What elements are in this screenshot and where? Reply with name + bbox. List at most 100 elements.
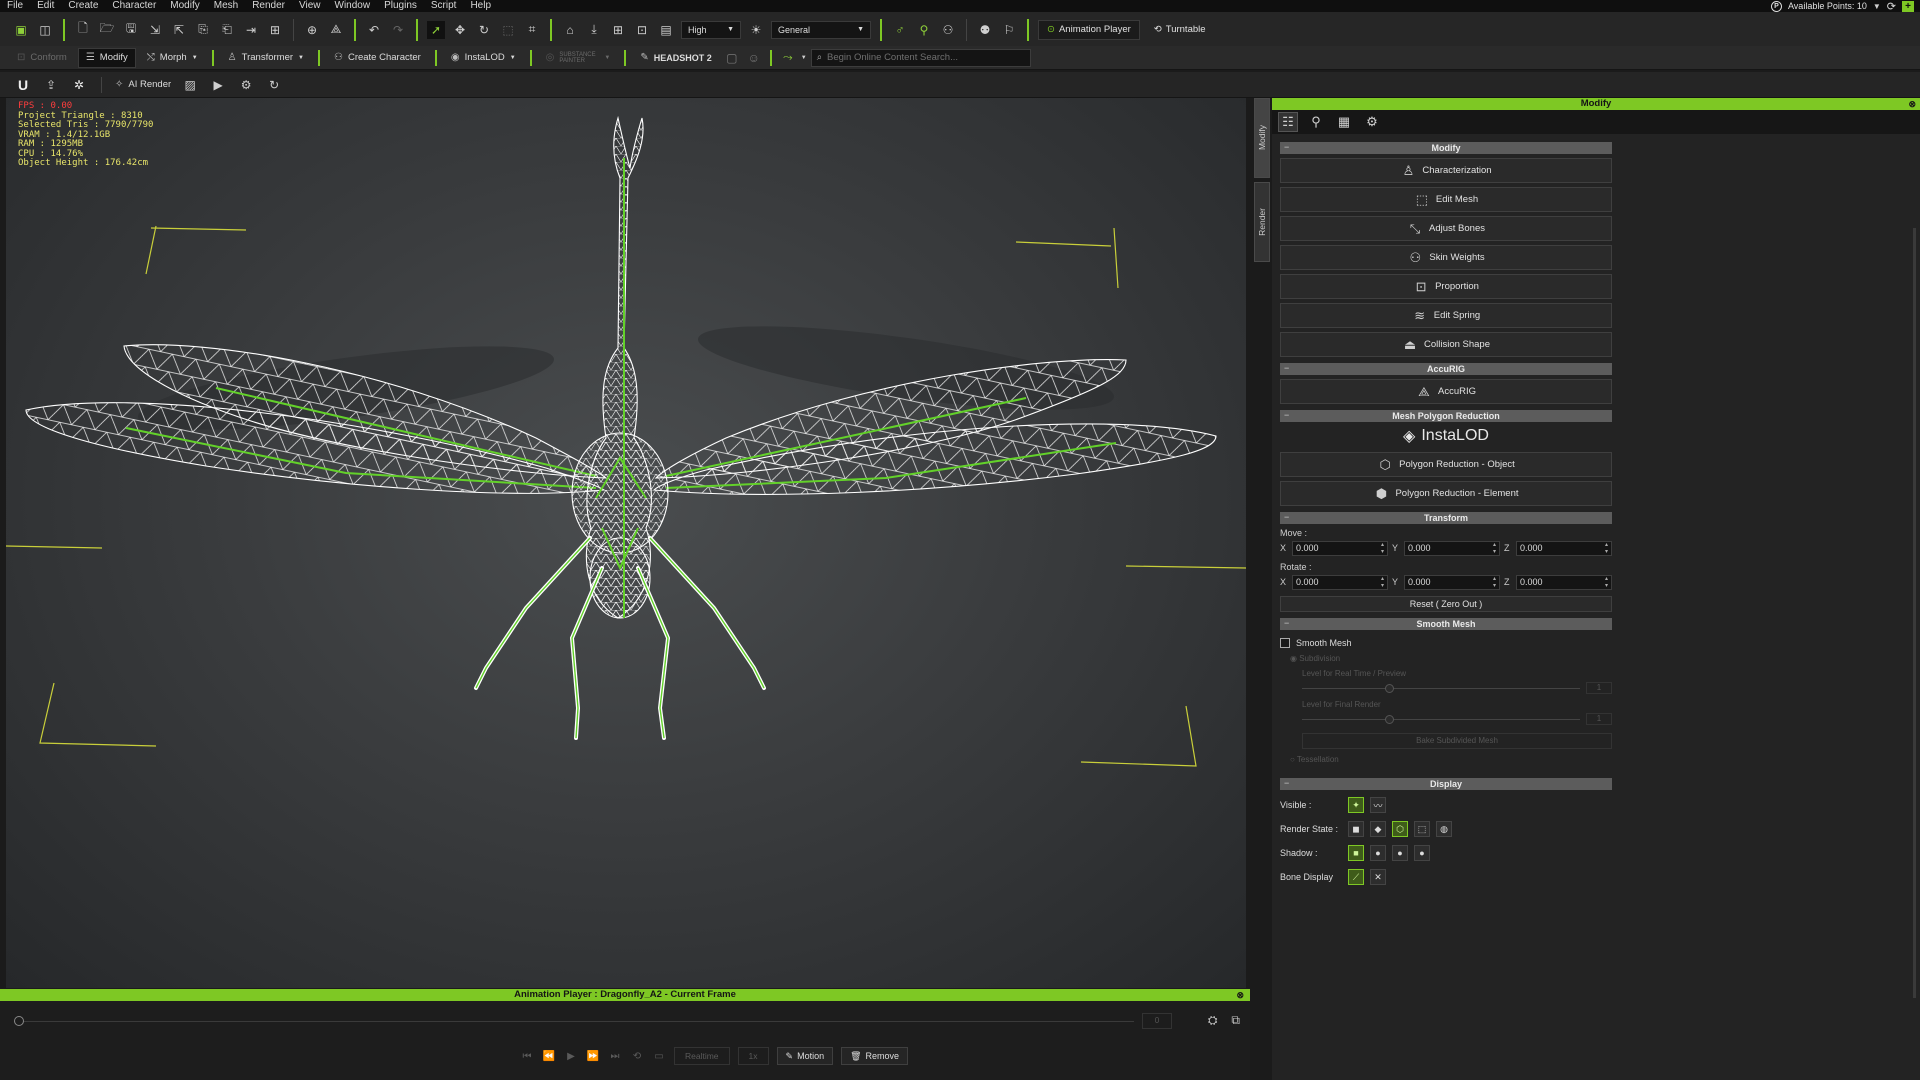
add-points-button[interactable]: + <box>1902 0 1914 12</box>
realtime-dropdown[interactable]: Realtime <box>674 1047 730 1065</box>
content-icon[interactable]: ⤳ <box>779 49 797 67</box>
characterization-button[interactable]: ♙ Characterization <box>1280 158 1612 183</box>
fk-icon[interactable]: ⚲ <box>915 21 933 39</box>
tab-modify[interactable]: ☰ Modify <box>77 47 136 68</box>
render-settings-icon[interactable]: ⚙ <box>237 76 255 94</box>
flag-icon[interactable]: ⚐ <box>1000 21 1018 39</box>
adjust-bones-button[interactable]: ⤡ Adjust Bones <box>1280 216 1612 241</box>
snap-icon[interactable]: ⊡ <box>633 21 651 39</box>
render-solid-icon[interactable]: ◼ <box>1348 821 1364 837</box>
skin-weights-button[interactable]: ⚇ Skin Weights <box>1280 245 1612 270</box>
quality-dropdown[interactable]: High ▼ <box>681 20 741 39</box>
shadow-cast-icon[interactable]: ■ <box>1348 845 1364 861</box>
render-shaded-icon[interactable]: ◆ <box>1370 821 1386 837</box>
level-final-value[interactable]: 1 <box>1586 713 1612 725</box>
current-frame-field[interactable]: 0 <box>1142 1013 1172 1029</box>
rotate-z-field[interactable]: 0.000 <box>1516 574 1612 590</box>
visible-off-icon[interactable]: 〰 <box>1370 797 1386 813</box>
collision-shape-button[interactable]: ⏏ Collision Shape <box>1280 332 1612 357</box>
points-dropdown-icon[interactable]: ▼ <box>1873 2 1881 11</box>
shadow-none-icon[interactable]: ● <box>1414 845 1430 861</box>
smooth-mesh-checkbox[interactable]: Smooth Mesh <box>1280 638 1612 648</box>
turntable-button[interactable]: ⟲ Turntable <box>1146 20 1214 40</box>
drop-to-floor-icon[interactable]: ⤓ <box>585 21 603 39</box>
render-wireframe-icon[interactable]: ⬡ <box>1392 821 1408 837</box>
tab-conform[interactable]: ⊡ Conform <box>10 48 74 68</box>
level-realtime-slider[interactable]: 1 <box>1302 682 1612 694</box>
speed-dropdown[interactable]: 1x <box>737 1047 769 1065</box>
proportion-button[interactable]: ⊡ Proportion <box>1280 274 1612 299</box>
headshot-photo-icon[interactable]: ▢ <box>723 49 741 67</box>
detach-window-icon[interactable]: ⧉ <box>1231 1013 1240 1028</box>
open-folder-icon[interactable]: 🗁 <box>98 21 116 39</box>
timeline-slider[interactable] <box>14 1016 1134 1026</box>
content-search-input[interactable]: ⌕ Begin Online Content Search... <box>810 48 1031 67</box>
accurig-button[interactable]: ⟁ AccuRIG <box>1280 379 1612 404</box>
play-icon[interactable]: ▶ <box>564 1051 578 1062</box>
render-box-icon[interactable]: ⬚ <box>1414 821 1430 837</box>
section-transform[interactable]: Transform <box>1280 511 1612 524</box>
panel-scrollbar[interactable] <box>1913 228 1916 998</box>
sun-icon[interactable]: ☀ <box>747 21 765 39</box>
edit-spring-button[interactable]: ≋ Edit Spring <box>1280 303 1612 328</box>
level-final-slider[interactable]: 1 <box>1302 713 1612 725</box>
edit-mesh-button[interactable]: ⬚ Edit Mesh <box>1280 187 1612 212</box>
next-frame-icon[interactable]: ⏩ <box>586 1051 600 1062</box>
side-tab-modify[interactable]: Modify <box>1254 98 1270 178</box>
perspective-icon[interactable]: ⟁ <box>327 21 345 39</box>
undo-icon[interactable]: ↶ <box>365 21 383 39</box>
close-icon[interactable]: ⊗ <box>1236 989 1244 1001</box>
layout-icon[interactable]: ▤ <box>657 21 675 39</box>
timeline-knob[interactable] <box>14 1016 24 1026</box>
range-icon[interactable]: ▭ <box>652 1051 666 1062</box>
settings-gear-icon[interactable]: ✲ <box>70 76 88 94</box>
move-y-field[interactable]: 0.000 <box>1404 540 1500 556</box>
video-icon[interactable]: ▶ <box>209 76 227 94</box>
menu-plugins[interactable]: Plugins <box>377 0 424 12</box>
polygon-reduction-object-button[interactable]: ⬡ Polygon Reduction - Object <box>1280 452 1612 477</box>
menu-script[interactable]: Script <box>424 0 464 12</box>
menu-character[interactable]: Character <box>105 0 163 12</box>
scene-icon[interactable]: ▣ <box>12 21 30 39</box>
select-tool-icon[interactable]: ➚ <box>427 20 445 39</box>
tab-substance[interactable]: ◎ SUBSTANCE PAINTER ▼ <box>539 48 618 68</box>
previous-frame-icon[interactable]: ⏪ <box>542 1051 556 1062</box>
export-obj-icon[interactable]: ⎗ <box>218 21 236 39</box>
crowd-icon[interactable]: ⚇ <box>939 21 957 39</box>
refresh-icon[interactable]: ⟳ <box>1887 0 1896 13</box>
chevron-down-icon[interactable]: ▼ <box>801 55 807 61</box>
section-smooth-mesh[interactable]: Smooth Mesh <box>1280 617 1612 630</box>
move-x-field[interactable]: 0.000 <box>1292 540 1388 556</box>
go-to-start-icon[interactable]: ⏮ <box>520 1051 534 1062</box>
polygon-reduction-element-button[interactable]: ⬢ Polygon Reduction - Element <box>1280 481 1612 506</box>
save-icon[interactable]: 🖫 <box>122 21 140 39</box>
checker-icon[interactable]: ▦ <box>1334 112 1354 132</box>
pose-icon[interactable]: ⚲ <box>1306 112 1326 132</box>
menu-file[interactable]: File <box>0 0 30 12</box>
close-icon[interactable]: ⊗ <box>1908 98 1916 110</box>
subdivision-radio[interactable]: ◉ Subdivision <box>1290 654 1612 663</box>
import-icon[interactable]: ⇲ <box>146 21 164 39</box>
tessellation-radio[interactable]: ○ Tessellation <box>1290 755 1612 764</box>
section-modify[interactable]: Modify <box>1280 141 1612 154</box>
rotate-y-field[interactable]: 0.000 <box>1404 574 1500 590</box>
new-file-icon[interactable]: 🗋 <box>74 21 92 39</box>
refresh-render-icon[interactable]: ↻ <box>265 76 283 94</box>
rotate-x-field[interactable]: 0.000 <box>1292 574 1388 590</box>
move-z-field[interactable]: 0.000 <box>1516 540 1612 556</box>
puppet-icon[interactable]: ⚉ <box>976 21 994 39</box>
loop-icon[interactable]: ⟲ <box>630 1051 644 1062</box>
menu-create[interactable]: Create <box>61 0 105 12</box>
menu-modify[interactable]: Modify <box>163 0 206 12</box>
menu-view[interactable]: View <box>292 0 328 12</box>
headshot-head-icon[interactable]: ☺ <box>745 49 763 67</box>
render-xray-icon[interactable]: ◍ <box>1436 821 1452 837</box>
slider-knob[interactable] <box>1385 714 1395 724</box>
export-icon[interactable]: ⇱ <box>170 21 188 39</box>
bone-show-icon[interactable]: ⟋ <box>1348 869 1364 885</box>
ai-render-button[interactable]: ✧ AI Render <box>115 75 171 95</box>
slider-knob[interactable] <box>1385 683 1395 693</box>
menu-window[interactable]: Window <box>328 0 378 12</box>
shadow-receive-icon[interactable]: ● <box>1370 845 1386 861</box>
ik-icon[interactable]: ♂ <box>891 21 909 39</box>
